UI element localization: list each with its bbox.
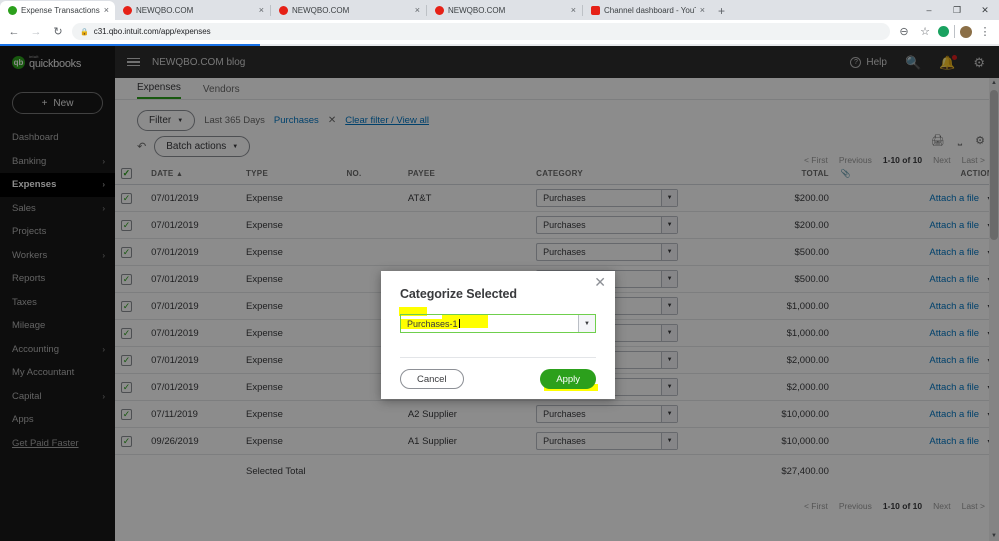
browser-tab-4[interactable]: Channel dashboard - YouTube St × bbox=[583, 1, 711, 20]
zoom-icon[interactable]: ⊖ bbox=[896, 24, 912, 40]
qb-red-icon bbox=[278, 6, 288, 15]
cancel-button[interactable]: Cancel bbox=[400, 369, 464, 389]
lock-icon: 🔒 bbox=[80, 28, 89, 36]
browser-tab-title: NEWQBO.COM bbox=[291, 6, 350, 15]
toolbar-right-icons: ⊖ ☆ ⋮ bbox=[896, 24, 993, 40]
bookmark-star-icon[interactable]: ☆ bbox=[917, 24, 933, 40]
browser-tab-0[interactable]: Expense Transactions × bbox=[0, 1, 115, 20]
modal-footer: Cancel Apply bbox=[381, 358, 615, 391]
reload-icon[interactable]: ↻ bbox=[50, 24, 66, 40]
tab-close-icon[interactable]: × bbox=[104, 6, 109, 15]
address-bar[interactable]: 🔒 c31.qbo.intuit.com/app/expenses bbox=[72, 23, 890, 40]
address-bar-url: c31.qbo.intuit.com/app/expenses bbox=[93, 27, 211, 36]
browser-tab-title: Expense Transactions bbox=[21, 6, 100, 15]
tab-close-icon[interactable]: × bbox=[415, 6, 420, 15]
window-controls: – ❐ ✕ bbox=[915, 0, 999, 20]
browser-toolbar: ← → ↻ 🔒 c31.qbo.intuit.com/app/expenses … bbox=[0, 20, 999, 44]
category-select[interactable]: Purchases-1 ▼ bbox=[400, 314, 596, 333]
browser-tab-bar: Expense Transactions × NEWQBO.COM × NEWQ… bbox=[0, 0, 999, 20]
profile-avatar[interactable] bbox=[960, 25, 972, 38]
tab-close-icon[interactable]: × bbox=[571, 6, 576, 15]
window-maximize-button[interactable]: ❐ bbox=[943, 0, 971, 20]
browser-tab-2[interactable]: NEWQBO.COM × bbox=[271, 1, 426, 20]
browser-tab-1[interactable]: NEWQBO.COM × bbox=[115, 1, 270, 20]
browser-menu-icon[interactable]: ⋮ bbox=[977, 24, 993, 40]
browser-tab-title: NEWQBO.COM bbox=[447, 6, 506, 15]
youtube-icon bbox=[590, 6, 600, 15]
category-select-value: Purchases-1 bbox=[401, 318, 458, 329]
window-close-button[interactable]: ✕ bbox=[971, 0, 999, 20]
tab-close-icon[interactable]: × bbox=[700, 6, 705, 15]
back-icon[interactable]: ← bbox=[6, 24, 22, 40]
category-field-wrap: Purchases-1 ▼ bbox=[381, 301, 615, 333]
qb-red-icon bbox=[122, 6, 132, 15]
tab-close-icon[interactable]: × bbox=[259, 6, 264, 15]
qb-red-icon bbox=[434, 6, 444, 15]
browser-tab-title: NEWQBO.COM bbox=[135, 6, 194, 15]
modal-title: Categorize Selected bbox=[400, 287, 517, 301]
apply-button[interactable]: Apply bbox=[540, 369, 596, 389]
forward-icon[interactable]: → bbox=[28, 24, 44, 40]
categorize-selected-modal: ✕ Categorize Selected Purchases-1 ▼ Canc… bbox=[381, 271, 615, 399]
extension-icon[interactable] bbox=[938, 26, 949, 37]
quickbooks-app: qb intuit quickbooks NEWQBO.COM blog ? H… bbox=[0, 46, 999, 541]
browser-tab-3[interactable]: NEWQBO.COM × bbox=[427, 1, 582, 20]
chevron-down-icon[interactable]: ▼ bbox=[578, 315, 595, 332]
close-icon[interactable]: ✕ bbox=[594, 275, 606, 289]
new-tab-button[interactable]: + bbox=[711, 2, 732, 20]
window-minimize-button[interactable]: – bbox=[915, 0, 943, 20]
toolbar-separator bbox=[954, 25, 955, 38]
qb-green-icon bbox=[8, 6, 17, 15]
browser-tab-title: Channel dashboard - YouTube St bbox=[603, 6, 696, 15]
text-cursor bbox=[458, 319, 460, 328]
